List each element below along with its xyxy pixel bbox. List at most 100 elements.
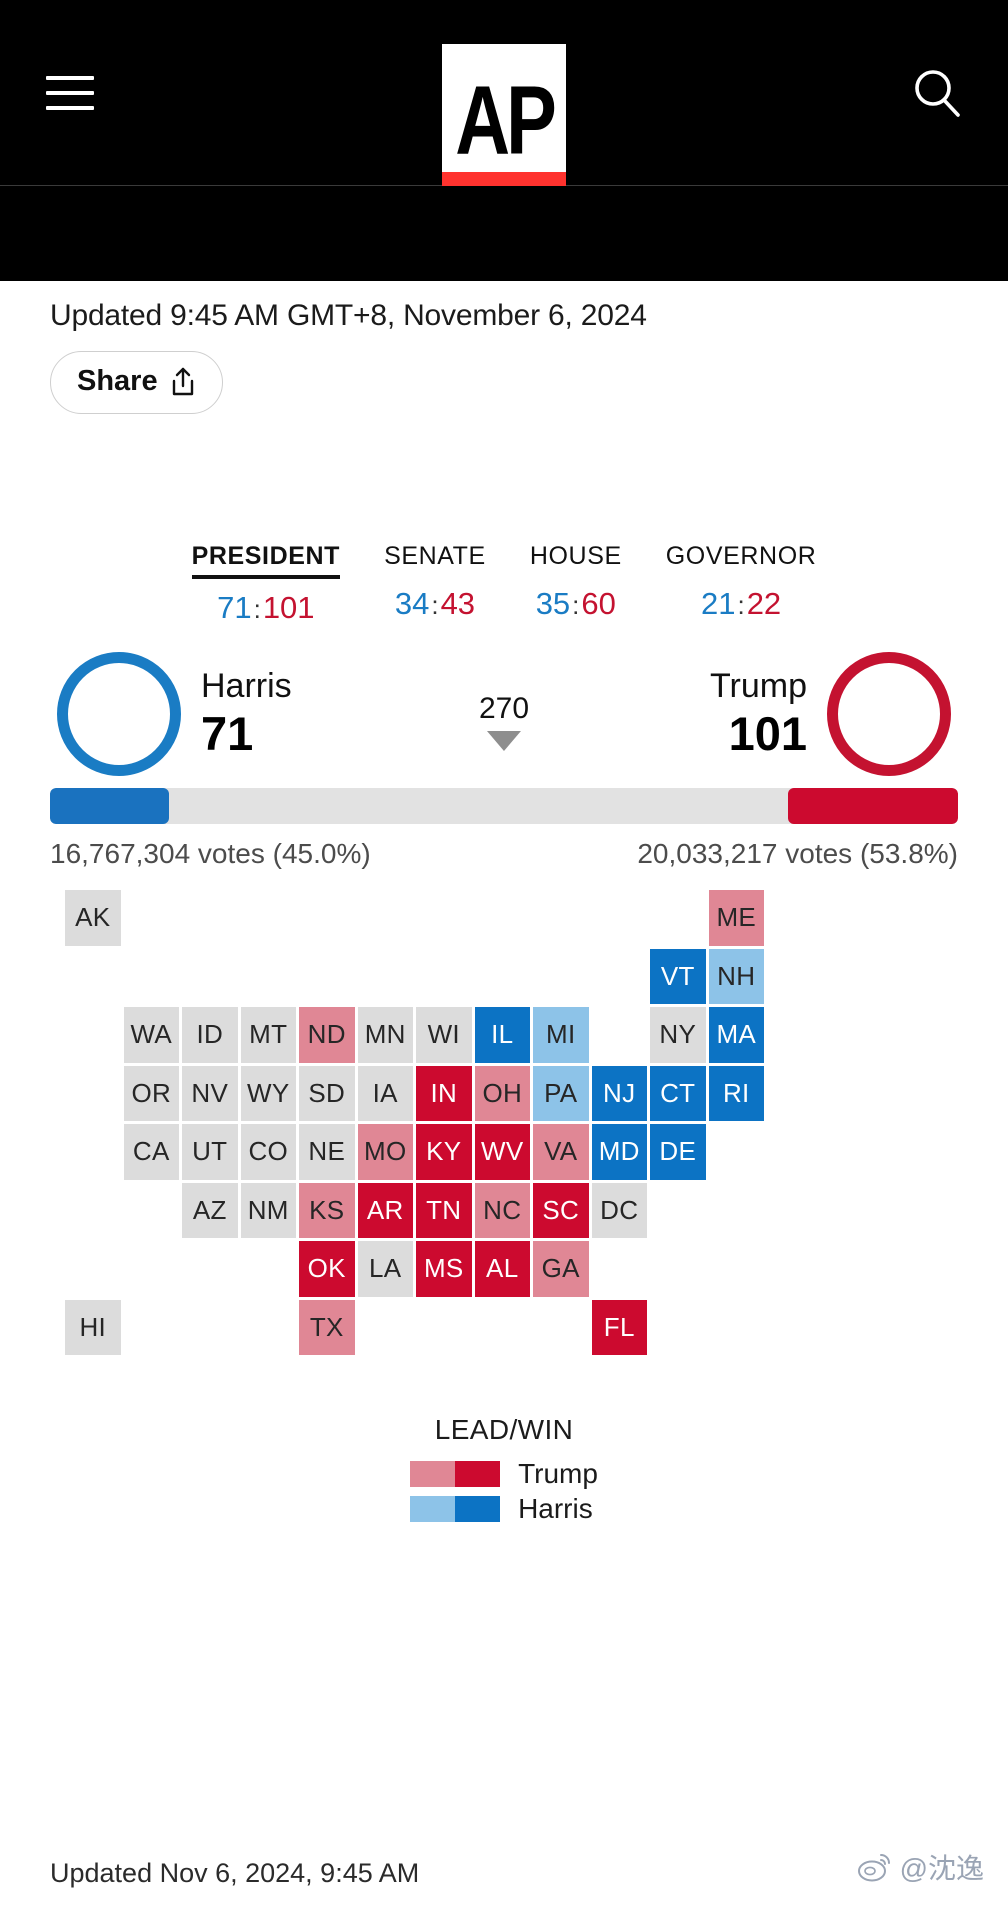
race-tab-house[interactable]: HOUSE 35:60 (508, 542, 644, 626)
race-tab-score-dem: 21 (700, 586, 736, 621)
state-tile-vt[interactable]: VT (650, 948, 706, 1004)
state-tile-mi[interactable]: MI (533, 1007, 589, 1063)
state-tile-la[interactable]: LA (357, 1241, 413, 1297)
electoral-vote-bar-dem-fill (50, 788, 170, 824)
state-tile-label: NH (717, 960, 756, 991)
electoral-threshold-value: 270 (478, 692, 530, 725)
race-tab-score: 35:60 (530, 586, 622, 622)
state-tile-wa[interactable]: WA (123, 1007, 179, 1063)
state-tile-ca[interactable]: CA (123, 1124, 179, 1180)
state-tile-nj[interactable]: NJ (591, 1065, 647, 1121)
state-tile-wv[interactable]: WV (474, 1124, 530, 1180)
state-tile-mn[interactable]: MN (357, 1007, 413, 1063)
race-tab-governor[interactable]: GOVERNOR 21:22 (644, 542, 839, 626)
state-tile-nc[interactable]: NC (474, 1182, 530, 1238)
hamburger-bar (46, 91, 94, 95)
state-tile-label: MN (364, 1019, 406, 1050)
state-tile-label: MD (598, 1136, 640, 1167)
state-tile-label: CO (248, 1136, 289, 1167)
hamburger-icon[interactable] (46, 76, 94, 110)
state-tile-label: DE (659, 1136, 697, 1167)
candidate-dem-name: Harris (201, 667, 292, 706)
state-tile-sd[interactable]: SD (299, 1065, 355, 1121)
state-tile-wy[interactable]: WY (240, 1065, 296, 1121)
state-tile-tx[interactable]: TX (299, 1299, 355, 1355)
candidate-dem-electoral-votes: 71 (201, 706, 254, 760)
state-tile-ct[interactable]: CT (650, 1065, 706, 1121)
state-tile-label: SC (542, 1194, 580, 1225)
state-tile-ky[interactable]: KY (416, 1124, 472, 1180)
state-tile-label: IA (372, 1077, 398, 1108)
state-tile-fl[interactable]: FL (591, 1299, 647, 1355)
hamburger-bar (46, 76, 94, 80)
candidate-gop[interactable]: Trump 101 (710, 652, 951, 776)
state-tile-label: AZ (192, 1194, 227, 1225)
state-tile-co[interactable]: CO (240, 1124, 296, 1180)
legend-swatch-win (455, 1496, 501, 1522)
race-tab-label: HOUSE (529, 542, 622, 570)
state-tile-label: DC (600, 1194, 639, 1225)
candidate-dem[interactable]: Harris 71 (57, 652, 292, 776)
state-tile-ut[interactable]: UT (182, 1124, 238, 1180)
race-tab-score-dem: 34 (394, 586, 430, 621)
race-tab-score-separator: : (431, 590, 439, 620)
share-button[interactable]: Share (50, 351, 223, 414)
race-tab-score-dem: 35 (535, 586, 571, 621)
weibo-icon (857, 1852, 892, 1882)
ap-logo[interactable]: AP (442, 44, 566, 186)
state-tile-nm[interactable]: NM (240, 1182, 296, 1238)
state-tile-ar[interactable]: AR (357, 1182, 413, 1238)
state-tile-label: NC (483, 1194, 522, 1225)
state-tile-nh[interactable]: NH (708, 948, 764, 1004)
race-tab-senate[interactable]: SENATE 34:43 (362, 542, 508, 626)
state-tile-md[interactable]: MD (591, 1124, 647, 1180)
ap-logo-red-bar (442, 172, 566, 186)
state-tile-nv[interactable]: NV (182, 1065, 238, 1121)
state-tile-label: UT (192, 1136, 228, 1167)
state-tile-tn[interactable]: TN (416, 1182, 472, 1238)
state-tile-ia[interactable]: IA (357, 1065, 413, 1121)
state-tile-ny[interactable]: NY (650, 1007, 706, 1063)
state-tile-id[interactable]: ID (182, 1007, 238, 1063)
state-tile-nd[interactable]: ND (299, 1007, 355, 1063)
race-tab-score-gop: 60 (581, 586, 616, 621)
race-tab-score: 21:22 (666, 586, 817, 622)
state-tile-az[interactable]: AZ (182, 1182, 238, 1238)
search-icon[interactable] (910, 66, 964, 120)
state-tile-label: PA (544, 1077, 578, 1108)
state-tile-label: OR (131, 1077, 172, 1108)
state-tile-ak[interactable]: AK (65, 890, 121, 946)
state-tile-il[interactable]: IL (474, 1007, 530, 1063)
state-tile-al[interactable]: AL (474, 1241, 530, 1297)
state-tile-ma[interactable]: MA (708, 1007, 764, 1063)
state-tile-mo[interactable]: MO (357, 1124, 413, 1180)
state-tile-ri[interactable]: RI (708, 1065, 764, 1121)
state-tile-sc[interactable]: SC (533, 1182, 589, 1238)
state-tile-oh[interactable]: OH (474, 1065, 530, 1121)
hamburger-bar (46, 106, 94, 110)
state-tile-in[interactable]: IN (416, 1065, 472, 1121)
state-tile-va[interactable]: VA (533, 1124, 589, 1180)
map-legend: LEAD/WIN Trump Harris (0, 1414, 1008, 1528)
state-tile-wi[interactable]: WI (416, 1007, 472, 1063)
race-tab-president[interactable]: PRESIDENT 71:101 (170, 542, 362, 626)
state-tile-ok[interactable]: OK (299, 1241, 355, 1297)
state-tile-mt[interactable]: MT (240, 1007, 296, 1063)
ap-logo-text: AP (455, 66, 557, 176)
state-tile-label: MA (716, 1019, 757, 1050)
state-tile-me[interactable]: ME (708, 890, 764, 946)
state-tile-or[interactable]: OR (123, 1065, 179, 1121)
state-tile-de[interactable]: DE (650, 1124, 706, 1180)
state-tile-dc[interactable]: DC (591, 1182, 647, 1238)
state-tile-ga[interactable]: GA (533, 1241, 589, 1297)
candidate-gop-name: Trump (710, 667, 807, 706)
state-tile-ne[interactable]: NE (299, 1124, 355, 1180)
state-tile-ms[interactable]: MS (416, 1241, 472, 1297)
race-tab-score: 34:43 (384, 586, 486, 622)
state-tile-ks[interactable]: KS (299, 1182, 355, 1238)
state-tile-label: IL (491, 1019, 514, 1050)
popular-vote-gop: 20,033,217 votes (53.8%) (637, 838, 958, 869)
state-tile-hi[interactable]: HI (65, 1299, 121, 1355)
map-legend-row-harris: Harris (410, 1493, 598, 1525)
state-tile-pa[interactable]: PA (533, 1065, 589, 1121)
